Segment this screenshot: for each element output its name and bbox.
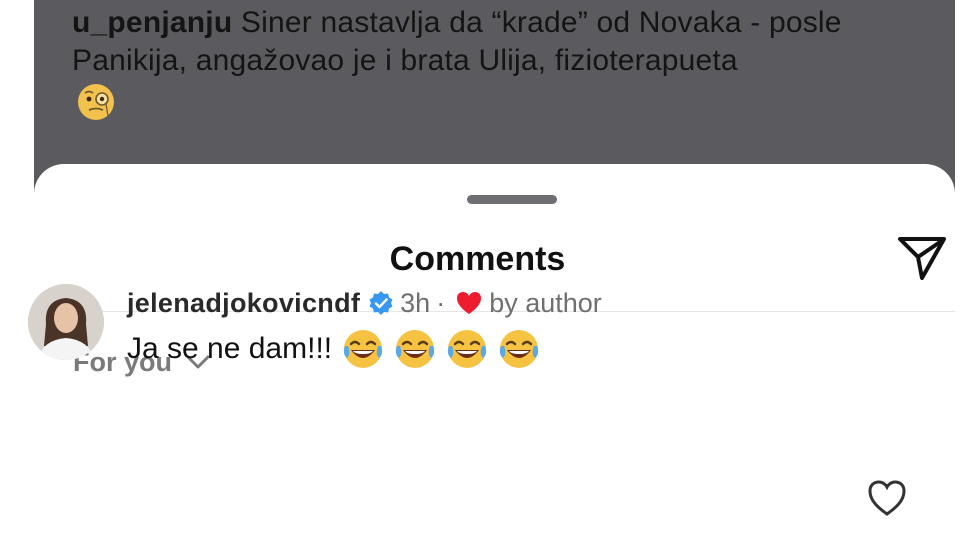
comment-item: jelenadjokovicndf 3h · by author Ja se n… [28, 284, 921, 384]
tears-of-joy-emoji [447, 330, 487, 368]
post-caption: u_penjanju Siner nastavlja da “krade” od… [72, 4, 952, 80]
face-with-monocle-emoji [78, 84, 114, 120]
heart-icon [457, 292, 482, 314]
sheet-title: Comments [389, 240, 566, 278]
comment-meta: jelenadjokovicndf 3h · by author [127, 286, 602, 320]
comment-handle[interactable]: jelenadjokovicndf [127, 288, 360, 319]
avatar-image [28, 284, 104, 360]
comment-body: Ja se ne dam!!! [127, 328, 540, 370]
verified-badge-icon [369, 291, 393, 315]
avatar[interactable] [28, 284, 104, 360]
tears-of-joy-emoji [499, 330, 539, 368]
post-username[interactable]: u_penjanju [72, 6, 232, 39]
comment-emojis [342, 328, 540, 370]
meta-separator: · [436, 287, 446, 318]
right-margin [955, 0, 970, 530]
liked-by-author-label: by author [489, 287, 602, 318]
tears-of-joy-emoji [395, 330, 435, 368]
comment-text: Ja se ne dam!!! [127, 332, 333, 365]
comment-time: 3h [400, 287, 431, 318]
sheet-grabber[interactable] [467, 195, 557, 204]
heart-outline-icon[interactable] [866, 478, 908, 518]
tears-of-joy-emoji [343, 330, 383, 368]
paper-plane-icon[interactable] [896, 234, 948, 282]
